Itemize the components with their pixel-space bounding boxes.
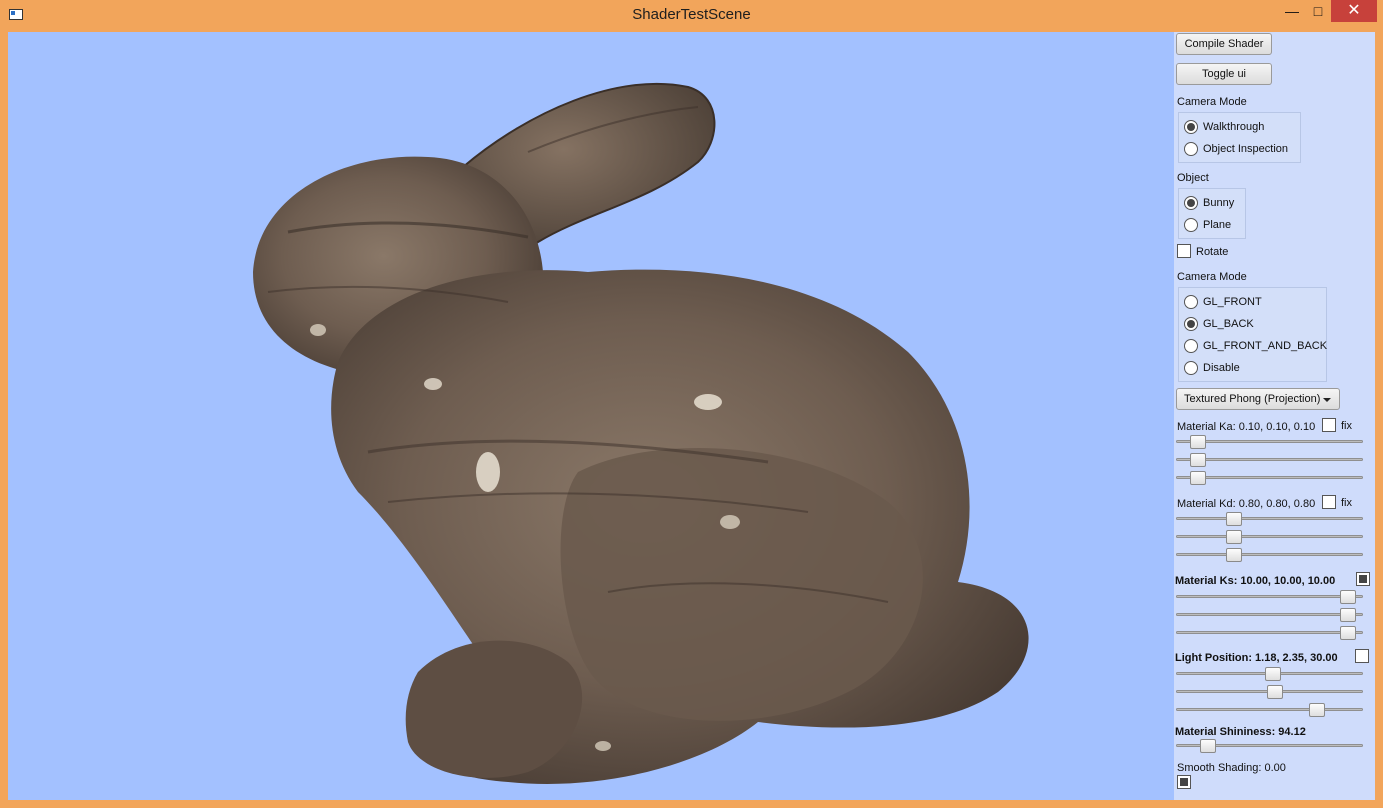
- material-ka-r-slider[interactable]: [1176, 435, 1363, 449]
- cull-mode-label: Camera Mode: [1177, 271, 1247, 283]
- slider-thumb[interactable]: [1266, 685, 1283, 699]
- maximize-button[interactable]: □: [1305, 0, 1331, 22]
- radio-gl-back[interactable]: GL_BACK: [1184, 315, 1254, 333]
- slider-thumb[interactable]: [1225, 548, 1242, 562]
- light-position-label: Light Position: 1.18, 2.35, 30.00: [1175, 652, 1338, 664]
- shader-select[interactable]: Textured Phong (Projection): [1176, 388, 1340, 410]
- radio-walkthrough[interactable]: Walkthrough: [1184, 118, 1264, 136]
- slider-thumb[interactable]: [1189, 453, 1206, 467]
- rotate-checkbox[interactable]: [1177, 244, 1191, 258]
- radio-disable[interactable]: Disable: [1184, 359, 1240, 377]
- material-ks-label: Material Ks: 10.00, 10.00, 10.00: [1175, 575, 1336, 587]
- material-ks-b-slider[interactable]: [1176, 626, 1363, 640]
- rotate-label: Rotate: [1196, 246, 1229, 258]
- material-shininess-slider[interactable]: [1176, 739, 1363, 753]
- slider-thumb[interactable]: [1309, 703, 1326, 717]
- slider-thumb[interactable]: [1340, 590, 1357, 604]
- window-title: ShaderTestScene: [632, 6, 751, 23]
- slider-thumb[interactable]: [1340, 626, 1357, 640]
- radio-indicator[interactable]: [1184, 295, 1198, 309]
- smooth-shading-checkbox[interactable]: [1177, 775, 1191, 789]
- smooth-shading-label: Smooth Shading: 0.00: [1177, 762, 1286, 774]
- material-kd-fix-label: fix: [1341, 497, 1352, 509]
- radio-indicator[interactable]: [1184, 317, 1198, 331]
- control-panel: Compile Shader Toggle ui Camera Mode Wal…: [1174, 32, 1375, 800]
- material-kd-b-slider[interactable]: [1176, 548, 1363, 562]
- radio-indicator[interactable]: [1184, 142, 1198, 156]
- material-shininess-label: Material Shininess: 94.12: [1175, 726, 1306, 738]
- bunny-icon: [253, 82, 1029, 784]
- material-ka-g-slider[interactable]: [1176, 453, 1363, 467]
- radio-indicator[interactable]: [1184, 196, 1198, 210]
- slider-thumb[interactable]: [1199, 739, 1216, 753]
- material-ka-b-slider[interactable]: [1176, 471, 1363, 485]
- radio-bunny[interactable]: Bunny: [1184, 194, 1234, 212]
- camera-mode-group: Walkthrough Object Inspection: [1178, 112, 1301, 163]
- close-button[interactable]: ✕: [1331, 0, 1377, 22]
- minimize-button[interactable]: —: [1279, 0, 1305, 22]
- material-ks-r-slider[interactable]: [1176, 590, 1363, 604]
- material-ka-fix-label: fix: [1341, 420, 1352, 432]
- material-ks-g-slider[interactable]: [1176, 608, 1363, 622]
- material-kd-label: Material Kd: 0.80, 0.80, 0.80: [1177, 498, 1316, 510]
- camera-mode-label: Camera Mode: [1177, 96, 1247, 108]
- radio-indicator[interactable]: [1184, 120, 1198, 134]
- slider-thumb[interactable]: [1189, 471, 1206, 485]
- radio-indicator[interactable]: [1184, 218, 1198, 232]
- radio-indicator[interactable]: [1184, 361, 1198, 375]
- chevron-down-icon: [1323, 398, 1331, 402]
- material-kd-fix-checkbox[interactable]: [1322, 495, 1336, 509]
- material-kd-r-slider[interactable]: [1176, 512, 1363, 526]
- material-kd-g-slider[interactable]: [1176, 530, 1363, 544]
- compile-shader-button[interactable]: Compile Shader: [1176, 33, 1272, 55]
- cull-mode-group: GL_FRONT GL_BACK GL_FRONT_AND_BACK Disab…: [1178, 287, 1327, 382]
- slider-thumb[interactable]: [1264, 667, 1281, 681]
- slider-thumb[interactable]: [1189, 435, 1206, 449]
- radio-gl-front-and-back[interactable]: GL_FRONT_AND_BACK: [1184, 337, 1327, 355]
- title-bar[interactable]: ShaderTestScene — □ ✕: [0, 0, 1383, 32]
- light-position-y-slider[interactable]: [1176, 685, 1363, 699]
- light-position-z-slider[interactable]: [1176, 703, 1363, 717]
- material-ks-fix-checkbox[interactable]: [1356, 572, 1370, 586]
- render-viewport[interactable]: [8, 32, 1174, 800]
- radio-indicator[interactable]: [1184, 339, 1198, 353]
- toggle-ui-button[interactable]: Toggle ui: [1176, 63, 1272, 85]
- radio-plane[interactable]: Plane: [1184, 216, 1231, 234]
- slider-thumb[interactable]: [1225, 512, 1242, 526]
- object-label: Object: [1177, 172, 1209, 184]
- material-ka-fix-checkbox[interactable]: [1322, 418, 1336, 432]
- light-position-fix-checkbox[interactable]: [1355, 649, 1369, 663]
- object-group: Bunny Plane: [1178, 188, 1246, 239]
- slider-thumb[interactable]: [1340, 608, 1357, 622]
- radio-gl-front[interactable]: GL_FRONT: [1184, 293, 1262, 311]
- slider-thumb[interactable]: [1225, 530, 1242, 544]
- light-position-x-slider[interactable]: [1176, 667, 1363, 681]
- material-ka-label: Material Ka: 0.10, 0.10, 0.10: [1177, 421, 1316, 433]
- shader-select-value: Textured Phong (Projection): [1184, 393, 1321, 405]
- radio-object-inspection[interactable]: Object Inspection: [1184, 140, 1288, 158]
